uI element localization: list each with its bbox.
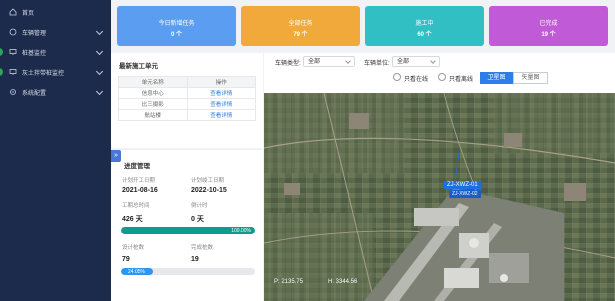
sidebar-item-settings[interactable]: 系统配置 xyxy=(0,82,111,102)
unit-name: 比三摄影 xyxy=(118,98,188,110)
coordinate-h: H: 3344.56 xyxy=(328,279,358,285)
table-row: 比三摄影 查看详情 xyxy=(118,98,256,110)
sidebar: 首页 车辆管理 桩基监控 灰土拌带桩监控 系统配置 xyxy=(0,0,111,301)
total-days-label: 工期总时间 xyxy=(122,203,150,209)
plan-end-label: 计划竣工日期 xyxy=(191,178,225,184)
units-panel-title: 最新施工单元 xyxy=(119,63,158,70)
indicator-icon xyxy=(0,48,3,56)
sidebar-item-label: 系统配置 xyxy=(22,90,47,97)
sidebar-item-lime-pile-monitor[interactable]: 灰土拌带桩监控 xyxy=(0,62,111,82)
design-piles-value: 79 xyxy=(122,256,130,263)
done-piles-label: 完成桩数 xyxy=(191,245,214,251)
plan-start-value: 2021-08-16 xyxy=(122,187,158,194)
view-detail-link[interactable]: 查看详情 xyxy=(186,87,256,99)
chevron-down-icon xyxy=(345,58,351,64)
sidebar-item-home[interactable]: 首页 xyxy=(0,2,111,22)
indicator-icon xyxy=(0,68,3,76)
vector-button[interactable]: 矢量图 xyxy=(513,72,548,84)
table-row: 信息中心 查看详情 xyxy=(118,87,256,99)
vehicle-marker[interactable]: ZJ-XWZ-01 xyxy=(444,181,481,189)
time-progress-bar: 100.00% xyxy=(121,227,255,234)
online-only-label: 只看在线 xyxy=(404,77,429,83)
card-value: 19 个 xyxy=(541,32,556,38)
design-piles-label: 设计桩数 xyxy=(122,245,145,251)
card-value: 0 个 xyxy=(170,32,182,38)
pile-progress-text: 24.05% xyxy=(128,269,145,275)
vehicle-type-value: 全部 xyxy=(308,59,321,65)
satellite-map[interactable]: ZJ-XWZ-01 ZJ-XWZ-02 P: 2135.75 H: 3344.5… xyxy=(264,93,615,301)
card-title: 施工中 xyxy=(415,21,434,27)
home-icon xyxy=(9,8,17,16)
coordinate-p: P: 2135.75 xyxy=(274,279,304,285)
chevron-down-icon xyxy=(95,47,104,56)
plan-start-label: 计划开工日期 xyxy=(122,178,156,184)
vehicle-marker-label: ZJ-XWZ-01 xyxy=(447,182,478,188)
stat-card-all[interactable]: 全部任务 79 个 xyxy=(241,6,360,46)
online-only-radio[interactable] xyxy=(393,73,401,81)
monitor-icon xyxy=(9,48,17,56)
chevron-down-icon xyxy=(95,27,104,36)
progress-panel-title: 进度管理 xyxy=(124,163,150,170)
progress-panel xyxy=(111,150,263,301)
chevron-down-icon xyxy=(95,87,104,96)
column-header: 操作 xyxy=(186,76,256,88)
table-row: 航站楼 查看详情 xyxy=(118,109,256,121)
units-table: 单元名称 操作 信息中心 查看详情 比三摄影 查看详情 航站楼 查看详情 xyxy=(118,76,256,121)
sidebar-item-label: 首页 xyxy=(22,10,35,17)
vehicle-unit-select[interactable]: 全部 xyxy=(392,56,440,67)
collapse-button[interactable]: » xyxy=(111,150,121,162)
remaining-value: 0 天 xyxy=(191,216,204,223)
sidebar-item-label: 灰土拌带桩监控 xyxy=(22,70,65,77)
car-icon xyxy=(9,28,17,36)
card-title: 已完成 xyxy=(539,21,558,27)
unit-name: 信息中心 xyxy=(118,87,188,99)
pile-progress-bar: 24.05% xyxy=(121,268,255,275)
view-detail-link[interactable]: 查看详情 xyxy=(186,98,256,110)
offline-only-label: 只看离线 xyxy=(449,77,474,83)
vehicle-type-select[interactable]: 全部 xyxy=(303,56,355,67)
satellite-button[interactable]: 卫星图 xyxy=(480,72,513,84)
settings-icon xyxy=(9,88,17,96)
card-title: 今日新增任务 xyxy=(158,21,195,27)
vehicle-marker-sub-label: ZJ-XWZ-02 xyxy=(452,191,478,197)
stat-card-today[interactable]: 今日新增任务 0 个 xyxy=(117,6,236,46)
total-days-value: 426 天 xyxy=(122,216,143,223)
card-title: 全部任务 xyxy=(288,21,313,27)
stat-card-done[interactable]: 已完成 19 个 xyxy=(489,6,608,46)
chevron-down-icon xyxy=(95,67,104,76)
card-value: 60 个 xyxy=(417,32,432,38)
plan-end-value: 2022-10-15 xyxy=(191,187,227,194)
vehicle-unit-value: 全部 xyxy=(397,59,410,65)
chevron-down-icon xyxy=(430,58,436,64)
unit-name: 航站楼 xyxy=(118,109,188,121)
stat-card-in-progress[interactable]: 施工中 60 个 xyxy=(365,6,484,46)
card-value: 79 个 xyxy=(293,32,308,38)
done-piles-value: 19 xyxy=(191,256,199,263)
column-header: 单元名称 xyxy=(118,76,188,88)
sidebar-item-pile-monitor[interactable]: 桩基监控 xyxy=(0,42,111,62)
vehicle-unit-label: 车辆单位: xyxy=(364,61,390,67)
remaining-label: 倒计时 xyxy=(191,203,208,209)
map-imagery xyxy=(264,93,615,301)
sidebar-item-vehicle[interactable]: 车辆管理 xyxy=(0,22,111,42)
sidebar-item-label: 车辆管理 xyxy=(22,30,47,37)
monitor-icon xyxy=(9,68,17,76)
offline-only-radio[interactable] xyxy=(438,73,446,81)
sidebar-item-label: 桩基监控 xyxy=(22,50,47,57)
time-progress-text: 100.00% xyxy=(231,228,251,234)
vehicle-marker-secondary[interactable]: ZJ-XWZ-02 xyxy=(449,190,481,198)
view-detail-link[interactable]: 查看详情 xyxy=(186,109,256,121)
vehicle-type-label: 车辆类型: xyxy=(275,61,301,67)
